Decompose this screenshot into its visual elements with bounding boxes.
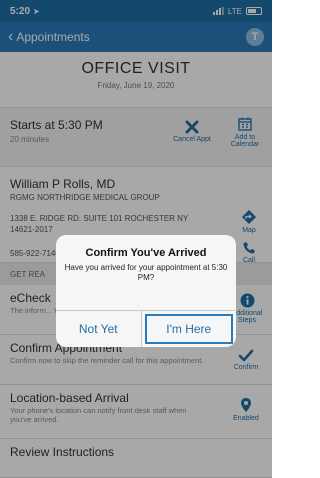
confirm-arrival-dialog: Confirm You've Arrived Have you arrived … (56, 235, 236, 347)
dialog-message: Have you arrived for your appointment at… (64, 263, 228, 282)
im-here-button[interactable]: I'm Here (144, 314, 233, 344)
dialog-title: Confirm You've Arrived (85, 247, 207, 259)
not-yet-button[interactable]: Not Yet (56, 311, 142, 347)
dialog-buttons: Not Yet I'm Here (56, 310, 236, 347)
